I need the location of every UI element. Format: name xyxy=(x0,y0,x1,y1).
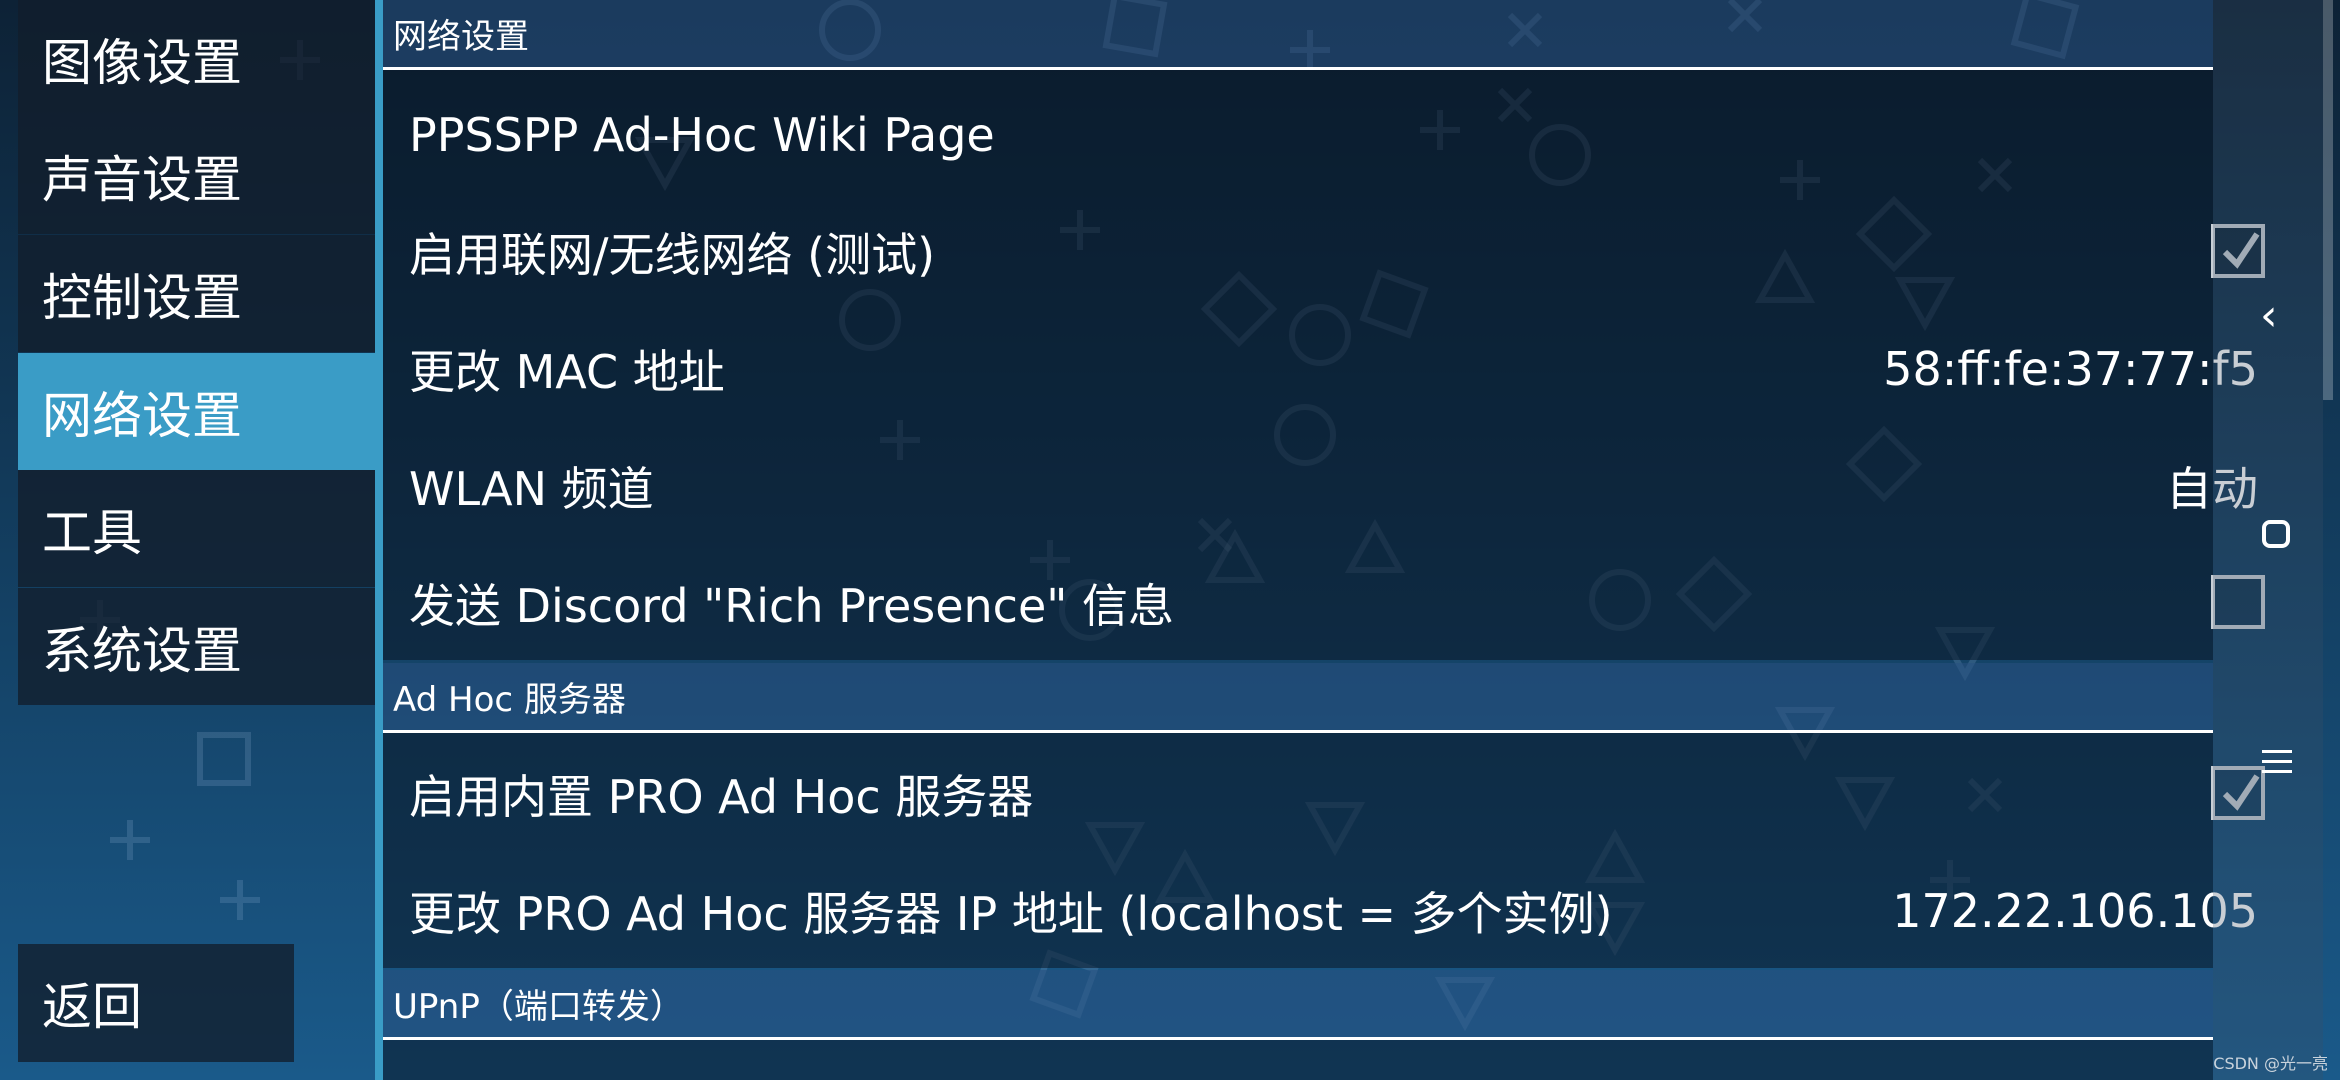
menu-lines-icon[interactable] xyxy=(2262,750,2292,773)
sidebar-item-controls[interactable]: 控制设置 xyxy=(18,235,378,352)
discord-presence-row[interactable]: 发送 Discord "Rich Presence" 信息 xyxy=(383,544,2303,661)
sidebar-item-graphics[interactable]: 图像设置 xyxy=(18,0,378,117)
wlan-channel-row[interactable]: WLAN 频道 自动 xyxy=(383,427,2303,544)
section-header-upnp: UPnP（端口转发） xyxy=(383,970,2213,1040)
row-label: 启用联网/无线网络 (测试) xyxy=(409,227,936,282)
sidebar-item-system[interactable]: 系统设置 xyxy=(18,588,378,705)
recent-apps-icon[interactable] xyxy=(2262,520,2290,548)
row-label: 启用内置 PRO Ad Hoc 服务器 xyxy=(409,769,1034,824)
upnp-settings-panel xyxy=(383,1040,2213,1080)
sidebar-item-networking[interactable]: 网络设置 xyxy=(18,353,378,470)
sidebar-item-label: 声音设置 xyxy=(42,150,242,209)
watermark: CSDN @光一亮 xyxy=(2213,1054,2328,1073)
sidebar-item-tools[interactable]: 工具 xyxy=(18,470,378,587)
change-mac-row[interactable]: 更改 MAC 地址 58:ff:fe:37:77:f5 xyxy=(383,310,2303,427)
wiki-page-row[interactable]: PPSSPP Ad-Hoc Wiki Page xyxy=(383,76,2303,193)
row-label: PPSSPP Ad-Hoc Wiki Page xyxy=(409,107,995,162)
row-label: 更改 MAC 地址 xyxy=(409,344,725,399)
row-label: WLAN 频道 xyxy=(409,461,654,516)
sidebar-item-label: 工具 xyxy=(42,503,142,562)
row-label: 发送 Discord "Rich Presence" 信息 xyxy=(409,578,1175,633)
sidebar-item-audio[interactable]: 声音设置 xyxy=(18,117,378,234)
sidebar-item-label: 网络设置 xyxy=(42,386,242,445)
back-button-label: 返回 xyxy=(42,978,142,1036)
server-ip-value: 172.22.106.105 xyxy=(1892,883,2258,938)
section-title: Ad Hoc 服务器 xyxy=(393,680,626,720)
sidebar-item-label: 系统设置 xyxy=(42,621,242,680)
section-title: UPnP（端口转发） xyxy=(393,987,684,1027)
sidebar-item-label: 图像设置 xyxy=(42,33,242,92)
builtin-adhoc-server-row[interactable]: 启用内置 PRO Ad Hoc 服务器 xyxy=(383,735,2303,852)
sidebar-divider xyxy=(375,0,383,1080)
sidebar-item-label: 控制设置 xyxy=(42,268,242,327)
section-title: 网络设置 xyxy=(393,17,529,57)
mac-address-value: 58:ff:fe:37:77:f5 xyxy=(1883,341,2258,396)
section-header-network: 网络设置 xyxy=(383,0,2213,70)
scrollbar[interactable] xyxy=(2323,0,2333,400)
back-button[interactable]: 返回 xyxy=(18,944,294,1062)
section-header-adhoc: Ad Hoc 服务器 xyxy=(383,663,2213,733)
adhoc-server-ip-row[interactable]: 更改 PRO Ad Hoc 服务器 IP 地址 (localhost = 多个实… xyxy=(383,852,2303,969)
row-label: 更改 PRO Ad Hoc 服务器 IP 地址 (localhost = 多个实… xyxy=(409,886,1613,941)
enable-networking-row[interactable]: 启用联网/无线网络 (测试) xyxy=(383,193,2303,310)
back-arrow-icon[interactable]: ‹ xyxy=(2260,290,2278,341)
